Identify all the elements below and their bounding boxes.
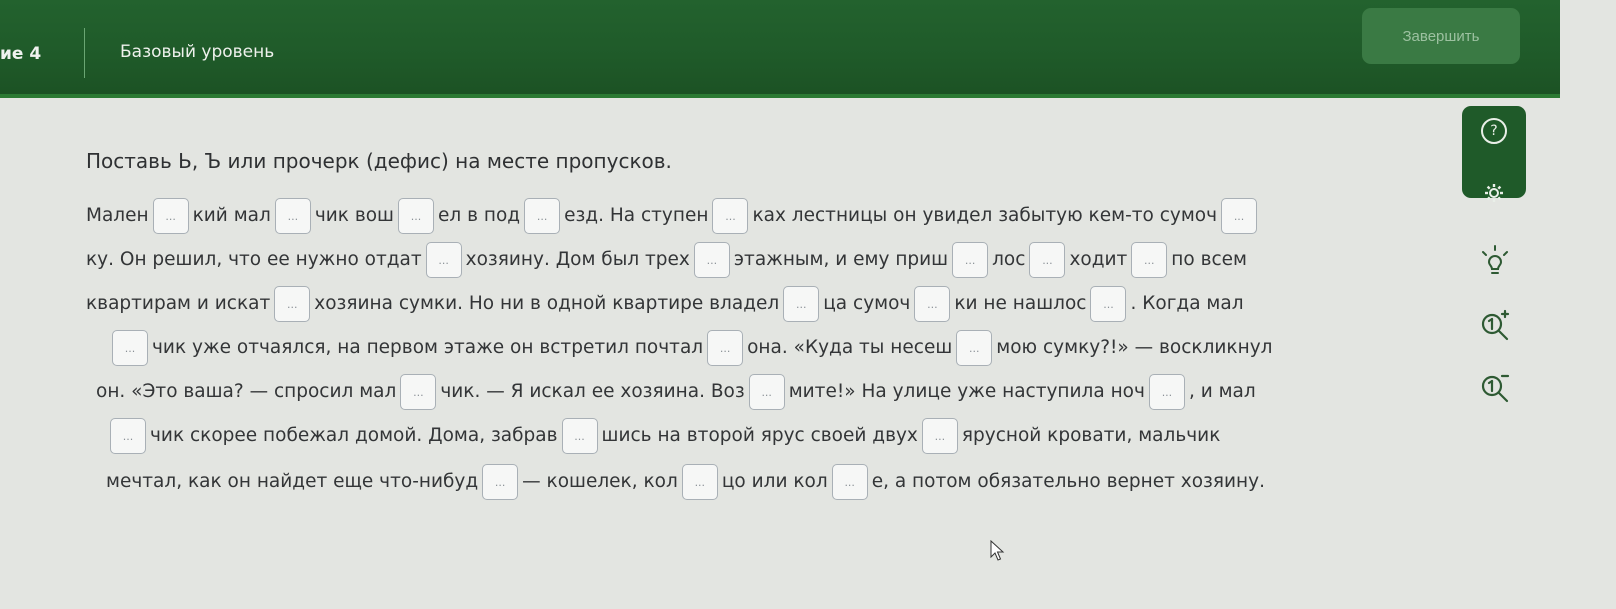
text-segment: чик скорее побежал домой. Дома, забрав bbox=[150, 425, 558, 446]
text-segment: по всем bbox=[1171, 249, 1248, 270]
blank-input[interactable]: ... bbox=[112, 330, 148, 366]
level-title: Базовый уровень bbox=[120, 42, 275, 62]
text-segment: ки не нашлос bbox=[954, 293, 1087, 314]
blank-input[interactable]: ... bbox=[400, 374, 437, 410]
hint-one-icon[interactable] bbox=[1478, 308, 1512, 342]
text-line: мечтал, как он найдет еще что-нибуд... — … bbox=[106, 460, 1265, 504]
gear-svg bbox=[1485, 184, 1503, 202]
text-segment: хозяина сумки. Но ни в одной квартире вл… bbox=[314, 293, 780, 314]
blank-input[interactable]: ... bbox=[152, 198, 189, 234]
gear-icon[interactable] bbox=[1481, 180, 1507, 206]
blank-input[interactable]: ... bbox=[1148, 374, 1185, 410]
blank-input[interactable]: ... bbox=[712, 198, 749, 234]
help-icon[interactable]: ? bbox=[1481, 118, 1507, 144]
blank-input[interactable]: ... bbox=[707, 330, 744, 366]
text-segment: этажным, и ему приш bbox=[733, 249, 949, 270]
text-segment: Мален bbox=[86, 205, 149, 226]
blank-input[interactable]: ... bbox=[1221, 198, 1258, 234]
blank-input[interactable]: ... bbox=[561, 418, 598, 454]
text-line: ... чик скорее побежал домой. Дома, забра… bbox=[106, 414, 1220, 458]
hint-two-icon[interactable] bbox=[1478, 370, 1512, 404]
blank-input[interactable]: ... bbox=[482, 464, 519, 500]
text-segment: лос bbox=[992, 249, 1026, 270]
blank-input[interactable]: ... bbox=[681, 464, 718, 500]
blank-input[interactable]: ... bbox=[693, 242, 730, 278]
text-segment: ел в под bbox=[438, 205, 521, 226]
text-segment: мите!» На улице уже наступила ноч bbox=[788, 381, 1145, 402]
text-segment: ках лестницы он увидел забытую кем-то су… bbox=[752, 205, 1218, 226]
text-segment: ярусной кровати, мальчик bbox=[961, 425, 1221, 446]
blank-input[interactable]: ... bbox=[956, 330, 993, 366]
text-segment: е, а потом обязательно вернет хозяину. bbox=[871, 471, 1265, 492]
blank-input[interactable]: ... bbox=[1029, 242, 1066, 278]
text-line: он. «Это ваша? — спросил мал... чик. — Я … bbox=[96, 370, 1256, 414]
text-segment: ца сумоч bbox=[823, 293, 911, 314]
text-segment: ку. Он решил, что ее нужно отдат bbox=[86, 249, 422, 270]
text-segment: мечтал, как он найдет еще что-нибуд bbox=[106, 471, 479, 492]
text-segment: мою сумку?!» — воскликнул bbox=[996, 337, 1273, 358]
blank-input[interactable]: ... bbox=[274, 286, 311, 322]
text-line: квартирам и искат... хозяина сумки. Но ни… bbox=[86, 282, 1244, 326]
text-segment: чик вош bbox=[314, 205, 394, 226]
text-segment: она. «Куда ты несеш bbox=[747, 337, 953, 358]
blank-input[interactable]: ... bbox=[952, 242, 989, 278]
text-segment: хозяину. Дом был трех bbox=[465, 249, 690, 270]
header-divider bbox=[84, 28, 85, 78]
blank-input[interactable]: ... bbox=[914, 286, 951, 322]
blank-input[interactable]: ... bbox=[831, 464, 868, 500]
blank-input[interactable]: ... bbox=[1131, 242, 1168, 278]
text-segment: — кошелек, кол bbox=[522, 471, 678, 492]
text-segment: , и мал bbox=[1188, 381, 1256, 402]
blank-input[interactable]: ... bbox=[921, 418, 958, 454]
text-line: ... чик уже отчаялся, на первом этаже он … bbox=[108, 326, 1272, 370]
text-segment: ходит bbox=[1069, 249, 1128, 270]
text-segment: чик. — Я искал ее хозяина. Воз bbox=[440, 381, 745, 402]
text-segment: кий мал bbox=[192, 205, 271, 226]
blank-input[interactable]: ... bbox=[398, 198, 434, 234]
blank-input[interactable]: ... bbox=[783, 286, 820, 322]
mouse-cursor-icon bbox=[990, 539, 1006, 562]
blank-input[interactable]: ... bbox=[425, 242, 462, 278]
text-line: ку. Он решил, что ее нужно отдат... хозяи… bbox=[86, 238, 1247, 282]
blank-input[interactable]: ... bbox=[748, 374, 785, 410]
text-segment: шись на второй ярус своей двух bbox=[601, 425, 918, 446]
header-bar: ие 4 Базовый уровень Завершить bbox=[0, 0, 1560, 98]
lightbulb-icon[interactable] bbox=[1478, 244, 1512, 278]
text-segment: квартирам и искат bbox=[86, 293, 271, 314]
finish-button[interactable]: Завершить bbox=[1362, 8, 1520, 64]
blank-input[interactable]: ... bbox=[1090, 286, 1127, 322]
text-line: Мален... кий мал... чик вош... ел в под... е… bbox=[86, 194, 1261, 238]
blank-input[interactable]: ... bbox=[274, 198, 311, 234]
blank-input[interactable]: ... bbox=[524, 198, 561, 234]
blank-input[interactable]: ... bbox=[110, 418, 146, 454]
text-segment: . Когда мал bbox=[1130, 293, 1244, 314]
exercise-instruction: Поставь Ь, Ъ или прочерк (дефис) на мест… bbox=[86, 149, 672, 173]
task-number: ие 4 bbox=[0, 44, 42, 64]
text-segment: езд. На ступен bbox=[564, 205, 709, 226]
text-segment: чик уже отчаялся, на первом этаже он вст… bbox=[152, 337, 704, 358]
text-segment: цо или кол bbox=[721, 471, 828, 492]
text-segment: он. «Это ваша? — спросил мал bbox=[96, 381, 397, 402]
